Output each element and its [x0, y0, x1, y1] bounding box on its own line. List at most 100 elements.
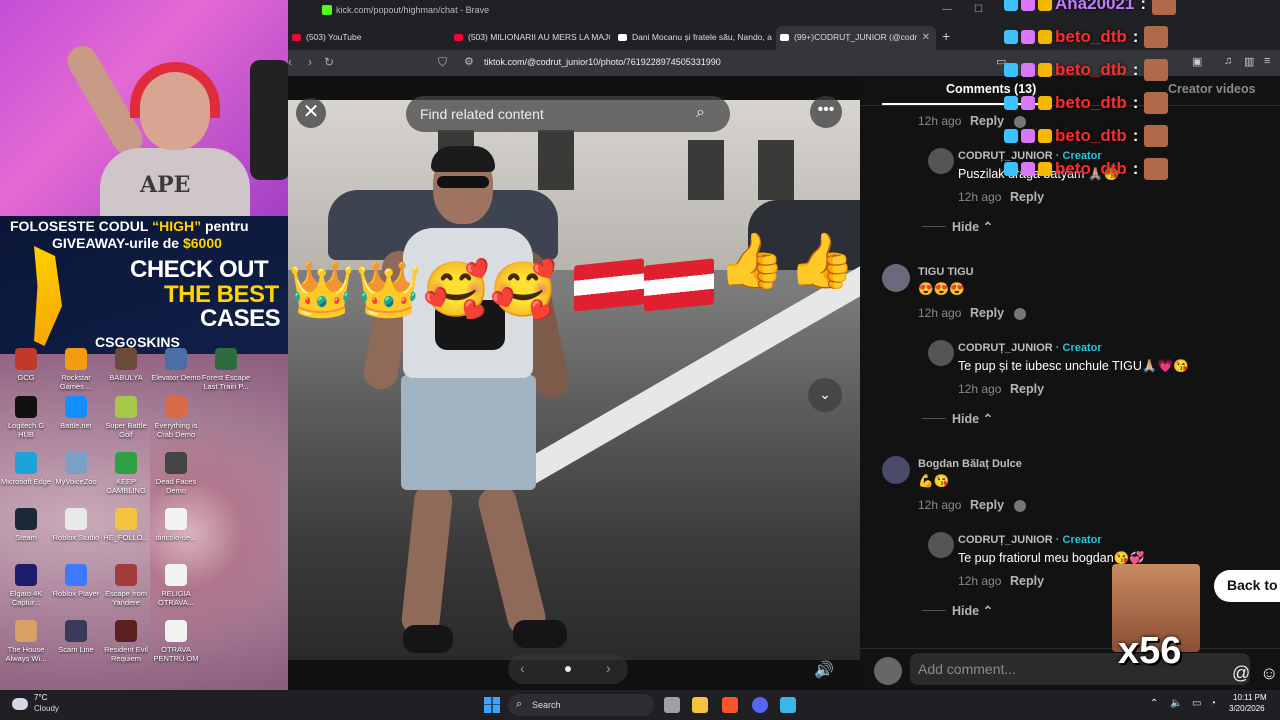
reply-button[interactable]: Reply [1010, 574, 1044, 588]
add-comment-bar: Add comment... @ ☺ [860, 648, 1280, 690]
find-related-search[interactable]: Find related content ⌕ [406, 96, 730, 132]
weather-desc[interactable]: Cloudy [34, 704, 59, 713]
tab-youtube-video[interactable]: (503) MILIONARII AU MERS LA MAJO [450, 26, 610, 50]
tab-creator-videos[interactable]: Creator videos [1168, 82, 1256, 96]
desktop-icon[interactable]: Escape from Yandere [100, 564, 152, 607]
taskbar-search[interactable]: ⌕ Search [508, 694, 654, 716]
desktop-icon[interactable]: HE_FOLLO... [100, 508, 152, 542]
tab-youtube[interactable]: (503) YouTube [288, 26, 448, 50]
file-explorer-icon[interactable] [692, 697, 708, 713]
tray-chevron-icon[interactable]: ⌃ [1150, 698, 1158, 709]
menu-icon[interactable]: ≡ [1264, 55, 1270, 67]
clock-time[interactable]: 10:11 PM [1233, 693, 1267, 702]
emoji-icon[interactable]: ☺ [1260, 663, 1278, 684]
bookmark-icon[interactable]: ⛉ [438, 55, 447, 70]
desktop-icon[interactable]: Everything is Crab Demo [150, 396, 202, 439]
desktop-icon[interactable]: MyVoiceZoo [50, 452, 102, 486]
like-icon[interactable] [1014, 500, 1026, 512]
close-viewer-button[interactable]: ✕ [296, 98, 326, 128]
chat-username[interactable]: beto_dtb [1055, 159, 1127, 178]
desktop-icon[interactable]: BABULYA [100, 348, 152, 382]
reply-button[interactable]: Reply [970, 114, 1004, 128]
desktop-icon[interactable]: Battle.net [50, 396, 102, 430]
desktop-icon[interactable]: Dead Faces Demo [150, 452, 202, 495]
minimize-icon[interactable]: — [942, 4, 952, 15]
cloud-icon[interactable] [12, 698, 28, 710]
volume-icon[interactable]: 🔊 [814, 660, 834, 680]
desktop-icon[interactable]: Roblox Player [50, 564, 102, 598]
tab-tiktok-active[interactable]: (99+)CODRUȚ_JUNIOR (@codr ✕ [776, 26, 936, 50]
chat-username[interactable]: beto_dtb [1055, 27, 1127, 46]
desktop-icon[interactable]: Forest Escape Last Train P... [200, 348, 252, 391]
tab-tiktok-news[interactable]: Dani Mocanu și fratele său, Nando, a [614, 26, 774, 50]
search-icon[interactable]: ⌕ [696, 104, 705, 122]
desktop-icon[interactable]: Scam Line [50, 620, 102, 654]
avatar[interactable] [882, 456, 910, 484]
reply-button[interactable]: Reply [1010, 190, 1044, 204]
speaker-icon[interactable]: 🔈 [1170, 698, 1182, 709]
avatar[interactable] [928, 148, 954, 174]
playlist-icon[interactable]: ♫ [1224, 55, 1232, 67]
desktop-icon[interactable]: dincolo-de... [150, 508, 202, 542]
close-tab-icon[interactable]: ✕ [922, 32, 930, 43]
url-field[interactable]: tiktok.com/@codrut_junior10/photo/761922… [484, 57, 721, 67]
wallet-icon[interactable]: ▣ [1192, 55, 1202, 68]
hide-replies-button[interactable]: Hide ⌃ [952, 603, 993, 618]
forward-icon[interactable]: › [308, 55, 312, 69]
reply-button[interactable]: Reply [1010, 382, 1044, 396]
network-icon[interactable]: ◔ [1210, 698, 1216, 709]
brave-icon[interactable] [722, 697, 738, 713]
desktop-icon[interactable]: Logitech G HUB [0, 396, 52, 439]
avatar[interactable] [928, 340, 954, 366]
next-photo-icon[interactable]: › [606, 660, 611, 676]
desktop-icon[interactable]: RELIGIA OTRAVA... [150, 564, 202, 607]
chat-username[interactable]: Ana20021 [1055, 0, 1134, 13]
weather-temp[interactable]: 7°C [34, 693, 47, 702]
desktop-icon-label: Steam [15, 533, 37, 542]
comment-author[interactable]: TIGU TIGU [918, 266, 974, 278]
comment-author[interactable]: CODRUȚ_JUNIOR · Creator [958, 342, 1102, 354]
avatar[interactable] [928, 532, 954, 558]
desktop-icon[interactable]: Elgato 4K Captur... [0, 564, 52, 607]
desktop-icon[interactable]: Roblox Studio [50, 508, 102, 542]
desktop-icon[interactable]: Rockstar Games ... [50, 348, 102, 391]
comment-input[interactable]: Add comment... [910, 653, 1250, 685]
chat-username[interactable]: beto_dtb [1055, 93, 1127, 112]
reply-button[interactable]: Reply [970, 498, 1004, 512]
like-icon[interactable] [1014, 308, 1026, 320]
more-options-button[interactable]: ••• [810, 96, 842, 128]
new-tab-button[interactable]: + [942, 28, 950, 44]
comment-author[interactable]: CODRUȚ_JUNIOR · Creator [958, 534, 1102, 546]
sidebar-icon[interactable]: ▥ [1244, 55, 1254, 68]
desktop-icon[interactable]: Steam [0, 508, 52, 542]
reload-icon[interactable]: ↻ [324, 55, 334, 69]
desktop-icon[interactable]: KEEP GAMBLING [100, 452, 152, 495]
maximize-icon[interactable]: ☐ [974, 4, 983, 15]
reply-button[interactable]: Reply [970, 306, 1004, 320]
desktop-icon[interactable]: The House Always Wi... [0, 620, 52, 663]
clock-date[interactable]: 3/20/2026 [1229, 704, 1265, 713]
back-icon[interactable]: ‹ [288, 55, 292, 69]
site-settings-icon[interactable]: ⚙ [464, 55, 474, 68]
prev-photo-icon[interactable]: ‹ [520, 660, 525, 676]
desktop-icon[interactable]: Super Battle Golf [100, 396, 152, 439]
avatar[interactable] [882, 264, 910, 292]
chat-username[interactable]: beto_dtb [1055, 126, 1127, 145]
notepad-icon[interactable] [780, 697, 796, 713]
desktop-icon[interactable]: Resident Evil Requiem [100, 620, 152, 663]
hide-replies-button[interactable]: Hide ⌃ [952, 411, 993, 426]
back-to-button[interactable]: Back to [1214, 570, 1280, 602]
chat-username[interactable]: beto_dtb [1055, 60, 1127, 79]
desktop-icon[interactable]: Elevator Demo [150, 348, 202, 382]
mention-icon[interactable]: @ [1232, 663, 1250, 684]
hide-replies-button[interactable]: Hide ⌃ [952, 219, 993, 234]
desktop-icon[interactable]: OTRAVA PENTRU OM [150, 620, 202, 663]
next-post-button[interactable]: ⌄ [808, 378, 842, 412]
desktop-icon[interactable]: Microsoft Edge [0, 452, 52, 486]
display-icon[interactable]: ▭ [1192, 698, 1201, 709]
comment-author[interactable]: Bogdan Bălaț Dulce [918, 458, 1022, 470]
discord-icon[interactable] [752, 697, 768, 713]
task-view-icon[interactable] [664, 697, 680, 713]
desktop-icon[interactable]: GCG [0, 348, 52, 382]
kick-icon [322, 5, 332, 15]
